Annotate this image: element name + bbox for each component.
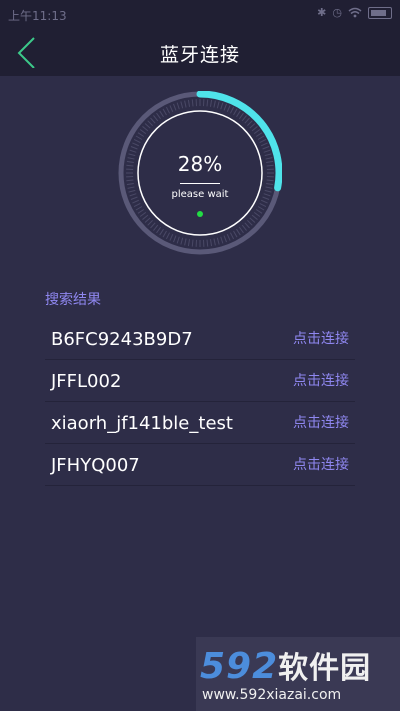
- watermark-cn: 软件园: [278, 651, 372, 686]
- app-header: 蓝牙连接: [0, 28, 400, 76]
- status-bar: 上午11:13 ✱ ◷: [0, 0, 400, 28]
- device-list: B6FC9243B9D7 点击连接 JFFL002 点击连接 xiaorh_jf…: [45, 318, 355, 486]
- device-name: JFHYQ007: [51, 455, 140, 476]
- watermark-brand: 592软件园: [200, 643, 371, 687]
- watermark-logo: 592软件园 www.592xiazai.com: [196, 637, 400, 711]
- progress-readout: 28% please wait: [118, 91, 282, 255]
- list-item[interactable]: JFFL002 点击连接: [45, 360, 355, 402]
- connect-button[interactable]: 点击连接: [293, 370, 349, 390]
- connect-button[interactable]: 点击连接: [293, 412, 349, 432]
- bluetooth-icon: ✱: [317, 6, 327, 19]
- progress-divider: [180, 183, 220, 184]
- status-dot: [197, 211, 203, 217]
- list-item[interactable]: xiaorh_jf141ble_test 点击连接: [45, 402, 355, 444]
- progress-percent: 28%: [177, 152, 223, 176]
- device-name: B6FC9243B9D7: [51, 329, 193, 350]
- device-name: xiaorh_jf141ble_test: [51, 413, 233, 434]
- status-time: 上午11:13: [8, 9, 67, 23]
- page-title: 蓝牙连接: [159, 44, 240, 66]
- battery-icon: [368, 6, 392, 19]
- search-results-label: 搜索结果: [45, 292, 101, 308]
- connect-button[interactable]: 点击连接: [293, 328, 349, 348]
- connect-button[interactable]: 点击连接: [293, 454, 349, 474]
- watermark-number: 592: [200, 646, 279, 687]
- wifi-icon: [348, 7, 362, 18]
- status-icons: ✱ ◷: [317, 6, 392, 19]
- device-name: JFFL002: [51, 371, 122, 392]
- list-item[interactable]: JFHYQ007 点击连接: [45, 444, 355, 486]
- alarm-icon: ◷: [332, 6, 342, 19]
- watermark-url: www.592xiazai.com: [202, 687, 342, 703]
- list-item[interactable]: B6FC9243B9D7 点击连接: [45, 318, 355, 360]
- progress-message: please wait: [171, 189, 229, 200]
